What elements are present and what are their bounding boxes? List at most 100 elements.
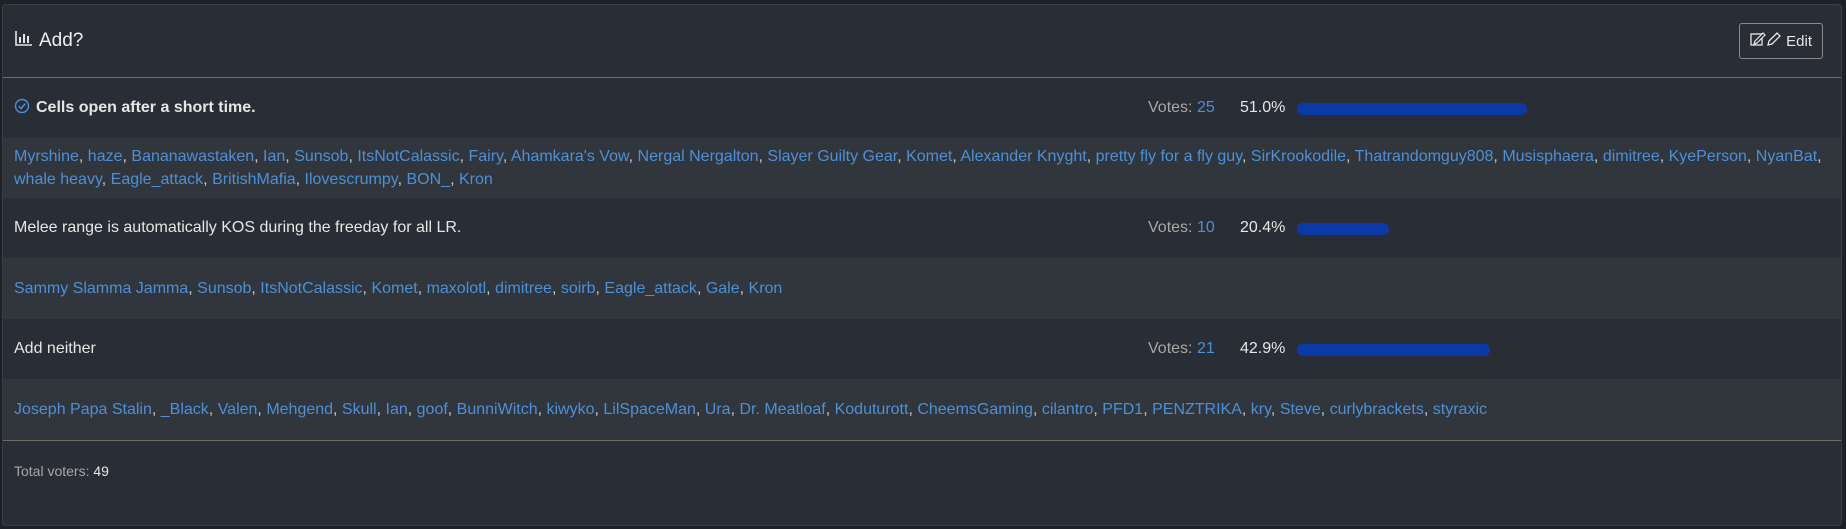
voter-link[interactable]: Alexander Knyght [960,148,1086,165]
voter-link[interactable]: Komet [371,280,417,297]
voter-link[interactable]: BON_ [406,171,450,188]
voter-link[interactable]: Skull [342,401,377,418]
voter-link[interactable]: Sunsob [294,148,348,165]
edit-button[interactable]: Edit [1739,23,1823,59]
voter-link[interactable]: ItsNotCalassic [260,280,362,297]
voter-link[interactable]: cilantro [1042,401,1094,418]
poll-panel: Add? Edit Cells open after a short time.… [2,4,1842,526]
voter-link[interactable]: Koduturott [835,401,909,418]
voter-separator: , [897,148,907,165]
voter-link[interactable]: kry [1251,401,1271,418]
edit-button-label: Edit [1786,32,1812,50]
voter-link[interactable]: Steve [1280,401,1321,418]
voter-link[interactable]: styraxic [1433,401,1487,418]
option-percent: 42.9% [1240,340,1286,357]
voter-link[interactable]: PENZTRIKA [1152,401,1242,418]
voter-separator: , [285,148,295,165]
voter-link[interactable]: Komet [906,148,952,165]
voter-link[interactable]: Ura [705,401,731,418]
poll-title-text: Add? [39,30,84,51]
voter-separator: , [739,280,749,297]
voter-link[interactable]: Ahamkara's Vow [511,148,629,165]
voter-link[interactable]: Sunsob [197,280,251,297]
voter-link[interactable]: PFD1 [1102,401,1143,418]
voter-separator: , [1241,401,1251,418]
voter-link[interactable]: maxolotl [427,280,487,297]
votes-count[interactable]: 21 [1197,340,1215,357]
voter-separator: , [101,171,111,188]
voter-link[interactable]: BritishMafia [212,171,296,188]
poll-option: Add neither Votes: 21 42.9% [3,319,1841,379]
voter-separator: , [1593,148,1603,165]
voter-separator: , [1659,148,1669,165]
voter-link[interactable]: Ilovescrumpy [305,171,398,188]
voter-link[interactable]: pretty fly for a fly guy [1096,148,1242,165]
voter-separator: , [1242,148,1251,165]
votes-prefix: Votes: [1148,219,1193,236]
voter-separator: , [695,401,705,418]
voter-link[interactable]: Valen [218,401,258,418]
voter-link[interactable]: Myrshine [14,148,79,165]
voter-link[interactable]: whale heavy [14,171,102,188]
voter-link[interactable]: Eagle_attack [111,171,204,188]
poll-option: Melee range is automatically KOS during … [3,198,1841,258]
voter-link[interactable]: haze [88,148,123,165]
voter-link[interactable]: Kron [459,171,493,188]
option-percent: 20.4% [1240,219,1286,236]
voter-link[interactable]: curlybrackets [1330,401,1424,418]
total-voters-label: Total voters: [14,463,90,479]
voter-link[interactable]: LilSpaceMan [603,401,696,418]
voter-link[interactable]: ItsNotCalassic [357,148,459,165]
voter-separator: , [1143,401,1153,418]
voter-separator: , [257,401,267,418]
poll-footer: Total voters: 49 [3,440,1841,501]
voter-separator: , [486,280,496,297]
voter-link[interactable]: Musisphaera [1502,148,1594,165]
voter-link[interactable]: Dr. Meatloaf [739,401,825,418]
voter-link[interactable]: Bananawastaken [131,148,254,165]
voter-separator: , [450,171,459,188]
voter-separator: , [1493,148,1503,165]
voter-link[interactable]: kiwyko [546,401,594,418]
voter-link[interactable]: Nergal Nergalton [638,148,759,165]
voter-separator: , [551,280,561,297]
voter-separator: , [628,148,638,165]
voter-separator: , [188,280,198,297]
votes-count[interactable]: 25 [1197,99,1215,116]
voter-link[interactable]: soirb [561,280,596,297]
voter-link[interactable]: Ian [263,148,285,165]
voter-link[interactable]: Slayer Guilty Gear [767,148,897,165]
option-progress-bar [1297,223,1389,235]
voter-link[interactable]: Sammy Slamma Jamma [14,280,188,297]
voter-separator: , [1093,401,1103,418]
voter-link[interactable]: NyanBat [1756,148,1817,165]
voter-link[interactable]: Joseph Papa Stalin [14,401,152,418]
option-voters-list: Sammy Slamma Jamma, Sunsob, ItsNotCalass… [3,258,1841,319]
voter-link[interactable]: BunniWitch [457,401,538,418]
voter-link[interactable]: dimitree [1603,148,1660,165]
voter-link[interactable]: SirKrookodile [1251,148,1346,165]
voter-link[interactable]: _Black [161,401,209,418]
voter-link[interactable]: CheemsGaming [917,401,1033,418]
option-label-text: Add neither [14,340,96,357]
voter-separator: , [417,280,427,297]
votes-prefix: Votes: [1148,99,1193,116]
voter-link[interactable]: Ian [386,401,408,418]
votes-count[interactable]: 10 [1197,219,1215,236]
voter-link[interactable]: Eagle_attack [604,280,697,297]
voter-link[interactable]: Thatrandomguy808 [1355,148,1494,165]
voter-link[interactable]: Fairy [468,148,502,165]
voter-separator: , [447,401,457,418]
voter-link[interactable]: goof [417,401,448,418]
voter-separator: , [1270,401,1280,418]
voter-separator: , [696,280,706,297]
voter-separator: , [376,401,386,418]
voter-link[interactable]: Kron [749,280,783,297]
voter-separator: , [1320,401,1330,418]
voter-link[interactable]: Mehgend [266,401,333,418]
option-label: Melee range is automatically KOS during … [14,219,461,237]
voter-link[interactable]: dimitree [495,280,552,297]
voter-link[interactable]: Gale [706,280,740,297]
voter-separator: , [908,401,918,418]
voter-link[interactable]: KyePerson [1669,148,1747,165]
